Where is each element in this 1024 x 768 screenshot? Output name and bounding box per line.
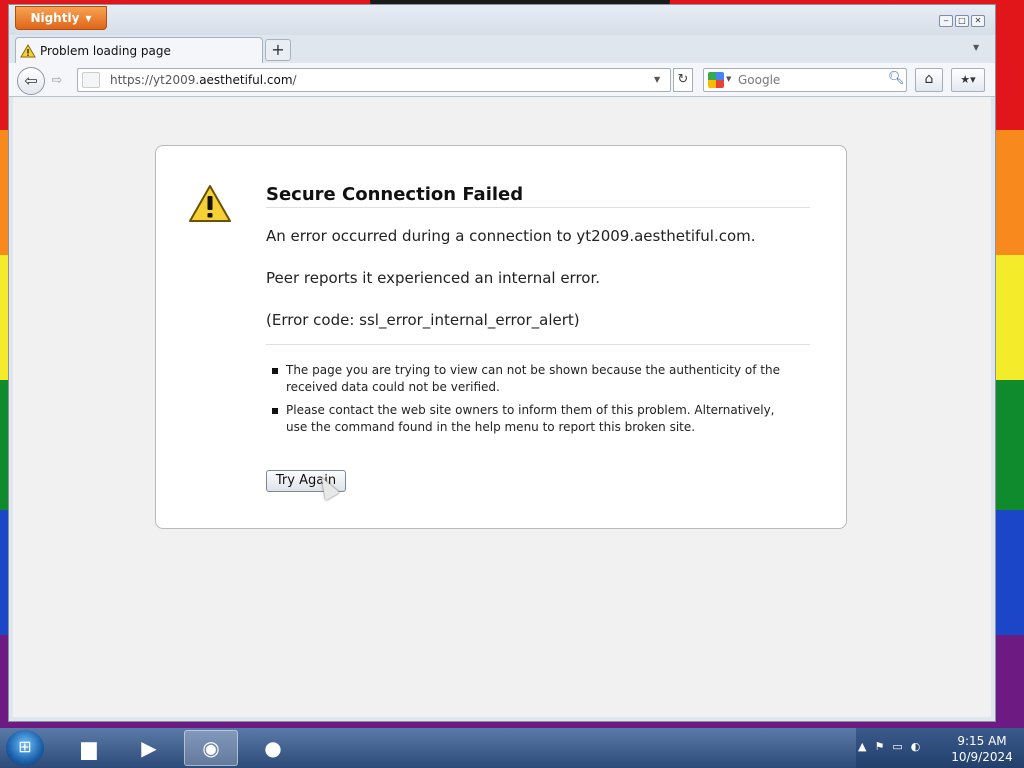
url-text[interactable]: https://yt2009.aesthetiful.com/ bbox=[110, 73, 297, 87]
error-code: (Error code: ssl_error_internal_error_al… bbox=[266, 311, 580, 329]
explorer-icon[interactable]: ▆ bbox=[62, 730, 116, 766]
error-details-list: The page you are trying to view can not … bbox=[266, 362, 786, 442]
nightly-menu-label: Nightly bbox=[30, 11, 80, 25]
list-item: Please contact the web site owners to in… bbox=[266, 402, 786, 436]
start-button[interactable]: ⊞ bbox=[6, 730, 44, 766]
title-divider bbox=[266, 207, 810, 208]
clock-date: 10/9/2024 bbox=[951, 750, 1013, 764]
google-icon[interactable] bbox=[708, 72, 724, 88]
system-tray: ▲⚑▭◐ 9:15 AM 10/9/2024 bbox=[856, 728, 1024, 768]
error-line-2: Peer reports it experienced an internal … bbox=[266, 269, 601, 287]
tab-strip: Problem loading page + ▼ bbox=[9, 35, 995, 63]
reload-button[interactable]: ↻ bbox=[673, 68, 693, 92]
close-button[interactable]: ✕ bbox=[971, 15, 985, 27]
page-content: Secure Connection Failed An error occurr… bbox=[13, 97, 991, 717]
nightly-menu-button[interactable]: Nightly ▼ bbox=[15, 6, 107, 30]
browser-window: Nightly ▼ ‒ □ ✕ Problem loading page + ▼… bbox=[8, 4, 996, 722]
warning-icon bbox=[20, 43, 36, 57]
warning-icon bbox=[189, 185, 231, 222]
bookmarks-button[interactable]: ★▾ bbox=[951, 68, 985, 92]
tray-icons[interactable]: ▲⚑▭◐ bbox=[858, 740, 928, 753]
chevron-down-icon: ▼ bbox=[85, 13, 92, 23]
title-bar: Nightly ▼ ‒ □ ✕ bbox=[9, 5, 995, 35]
new-tab-button[interactable]: + bbox=[265, 39, 291, 61]
maximize-button[interactable]: □ bbox=[955, 15, 969, 27]
site-identity-icon[interactable] bbox=[82, 72, 100, 88]
list-item: The page you are trying to view can not … bbox=[266, 362, 786, 396]
tab-title: Problem loading page bbox=[40, 43, 171, 58]
url-bar[interactable]: https://yt2009.aesthetiful.com/ ▼ bbox=[77, 68, 671, 92]
search-icon[interactable]: 🔍︎ bbox=[888, 71, 905, 86]
engine-chevron-icon[interactable]: ▼ bbox=[726, 75, 731, 83]
navigation-bar: ⇦ ⇨ https://yt2009.aesthetiful.com/ ▼ ↻ … bbox=[9, 63, 995, 97]
taskbar: ⊞ ▆ ▶ ◉ ● ▲⚑▭◐ 9:15 AM 10/9/2024 bbox=[0, 728, 1024, 768]
forward-button[interactable]: ⇨ bbox=[47, 72, 67, 90]
url-history-chevron-icon[interactable]: ▼ bbox=[654, 75, 660, 84]
error-line-1: An error occurred during a connection to… bbox=[266, 227, 756, 245]
back-button[interactable]: ⇦ bbox=[17, 67, 45, 95]
home-button[interactable]: ⌂ bbox=[915, 68, 943, 92]
tab-problem-loading[interactable]: Problem loading page bbox=[15, 37, 263, 63]
clock-time: 9:15 AM bbox=[957, 734, 1007, 748]
search-bar[interactable]: ▼ Google 🔍︎ bbox=[703, 68, 907, 92]
tab-list-chevron-icon[interactable]: ▼ bbox=[973, 43, 979, 52]
error-title: Secure Connection Failed bbox=[266, 184, 524, 205]
error-panel: Secure Connection Failed An error occurr… bbox=[155, 145, 847, 529]
media-player-icon[interactable]: ▶ bbox=[122, 730, 176, 766]
firefox-icon[interactable]: ● bbox=[246, 730, 300, 766]
section-divider bbox=[266, 344, 810, 345]
clock[interactable]: 9:15 AM 10/9/2024 bbox=[944, 733, 1020, 765]
browser-globe-icon[interactable]: ◉ bbox=[184, 730, 238, 766]
search-input[interactable]: Google bbox=[738, 73, 780, 87]
minimize-button[interactable]: ‒ bbox=[939, 15, 953, 27]
